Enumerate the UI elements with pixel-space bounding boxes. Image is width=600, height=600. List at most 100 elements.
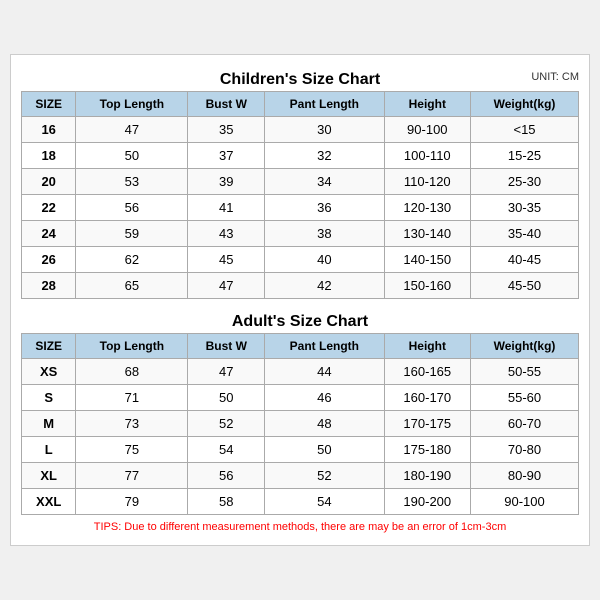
children-table-row: 18503732100-11015-25 <box>22 143 579 169</box>
children-cell: 20 <box>22 169 76 195</box>
children-size-table: SIZE Top Length Bust W Pant Length Heigh… <box>21 91 579 299</box>
adults-cell: 71 <box>76 385 188 411</box>
adults-cell: 47 <box>188 359 265 385</box>
adults-cell: XS <box>22 359 76 385</box>
children-header-row: SIZE Top Length Bust W Pant Length Heigh… <box>22 92 579 117</box>
adults-cell: 79 <box>76 489 188 515</box>
children-cell: 140-150 <box>384 247 470 273</box>
adults-cell: 58 <box>188 489 265 515</box>
adults-cell: 160-170 <box>384 385 470 411</box>
children-col-height: Height <box>384 92 470 117</box>
children-cell: 36 <box>265 195 384 221</box>
adults-cell: 175-180 <box>384 437 470 463</box>
children-cell: 43 <box>188 221 265 247</box>
adults-cell: 52 <box>188 411 265 437</box>
children-cell: 45-50 <box>471 273 579 299</box>
adults-size-table: SIZE Top Length Bust W Pant Length Heigh… <box>21 333 579 515</box>
adults-table-row: XL775652180-19080-90 <box>22 463 579 489</box>
adults-cell: 68 <box>76 359 188 385</box>
adults-cell: 50 <box>188 385 265 411</box>
children-table-row: 20533934110-12025-30 <box>22 169 579 195</box>
children-cell: 24 <box>22 221 76 247</box>
children-cell: 26 <box>22 247 76 273</box>
adults-table-row: XS684744160-16550-55 <box>22 359 579 385</box>
adults-col-pant-length: Pant Length <box>265 334 384 359</box>
adults-cell: 54 <box>188 437 265 463</box>
children-cell: 59 <box>76 221 188 247</box>
children-cell: 40-45 <box>471 247 579 273</box>
adults-col-bust-w: Bust W <box>188 334 265 359</box>
children-cell: 35-40 <box>471 221 579 247</box>
children-table-row: 22564136120-13030-35 <box>22 195 579 221</box>
children-table-row: 24594338130-14035-40 <box>22 221 579 247</box>
children-cell: 34 <box>265 169 384 195</box>
adults-title-text: Adult's Size Chart <box>232 313 368 330</box>
children-cell: 35 <box>188 117 265 143</box>
children-cell: 16 <box>22 117 76 143</box>
children-cell: 150-160 <box>384 273 470 299</box>
children-cell: <15 <box>471 117 579 143</box>
children-cell: 28 <box>22 273 76 299</box>
children-cell: 120-130 <box>384 195 470 221</box>
adults-cell: XXL <box>22 489 76 515</box>
children-cell: 38 <box>265 221 384 247</box>
children-cell: 90-100 <box>384 117 470 143</box>
adults-table-row: XXL795854190-20090-100 <box>22 489 579 515</box>
adults-cell: L <box>22 437 76 463</box>
adults-cell: 80-90 <box>471 463 579 489</box>
children-cell: 50 <box>76 143 188 169</box>
children-cell: 30 <box>265 117 384 143</box>
adults-cell: 50-55 <box>471 359 579 385</box>
adults-table-row: S715046160-17055-60 <box>22 385 579 411</box>
children-cell: 47 <box>188 273 265 299</box>
adults-cell: 54 <box>265 489 384 515</box>
adults-cell: M <box>22 411 76 437</box>
children-cell: 65 <box>76 273 188 299</box>
children-table-row: 26624540140-15040-45 <box>22 247 579 273</box>
children-cell: 42 <box>265 273 384 299</box>
adults-cell: 77 <box>76 463 188 489</box>
children-title-text: Children's Size Chart <box>220 71 380 88</box>
adults-table-row: L755450175-18070-80 <box>22 437 579 463</box>
children-cell: 39 <box>188 169 265 195</box>
children-cell: 130-140 <box>384 221 470 247</box>
adults-header-row: SIZE Top Length Bust W Pant Length Heigh… <box>22 334 579 359</box>
adults-cell: 44 <box>265 359 384 385</box>
children-cell: 30-35 <box>471 195 579 221</box>
adults-cell: 90-100 <box>471 489 579 515</box>
children-cell: 62 <box>76 247 188 273</box>
children-cell: 41 <box>188 195 265 221</box>
adults-cell: 180-190 <box>384 463 470 489</box>
chart-container: Children's Size Chart UNIT: CM SIZE Top … <box>10 54 590 546</box>
children-cell: 45 <box>188 247 265 273</box>
children-col-bust-w: Bust W <box>188 92 265 117</box>
children-cell: 22 <box>22 195 76 221</box>
children-cell: 56 <box>76 195 188 221</box>
adults-cell: 52 <box>265 463 384 489</box>
children-cell: 40 <box>265 247 384 273</box>
children-cell: 37 <box>188 143 265 169</box>
adults-cell: 70-80 <box>471 437 579 463</box>
children-cell: 25-30 <box>471 169 579 195</box>
children-cell: 53 <box>76 169 188 195</box>
adults-col-height: Height <box>384 334 470 359</box>
children-unit-label: UNIT: CM <box>531 71 579 83</box>
adults-cell: S <box>22 385 76 411</box>
adults-cell: 55-60 <box>471 385 579 411</box>
adults-cell: 73 <box>76 411 188 437</box>
adults-cell: 56 <box>188 463 265 489</box>
adults-cell: 46 <box>265 385 384 411</box>
adults-table-row: M735248170-17560-70 <box>22 411 579 437</box>
children-table-row: 1647353090-100<15 <box>22 117 579 143</box>
adults-cell: 190-200 <box>384 489 470 515</box>
adults-section-title: Adult's Size Chart <box>21 307 579 333</box>
adults-cell: 160-165 <box>384 359 470 385</box>
children-col-top-length: Top Length <box>76 92 188 117</box>
children-cell: 32 <box>265 143 384 169</box>
adults-cell: 50 <box>265 437 384 463</box>
adults-cell: XL <box>22 463 76 489</box>
children-cell: 15-25 <box>471 143 579 169</box>
children-col-size: SIZE <box>22 92 76 117</box>
adults-col-top-length: Top Length <box>76 334 188 359</box>
children-cell: 18 <box>22 143 76 169</box>
